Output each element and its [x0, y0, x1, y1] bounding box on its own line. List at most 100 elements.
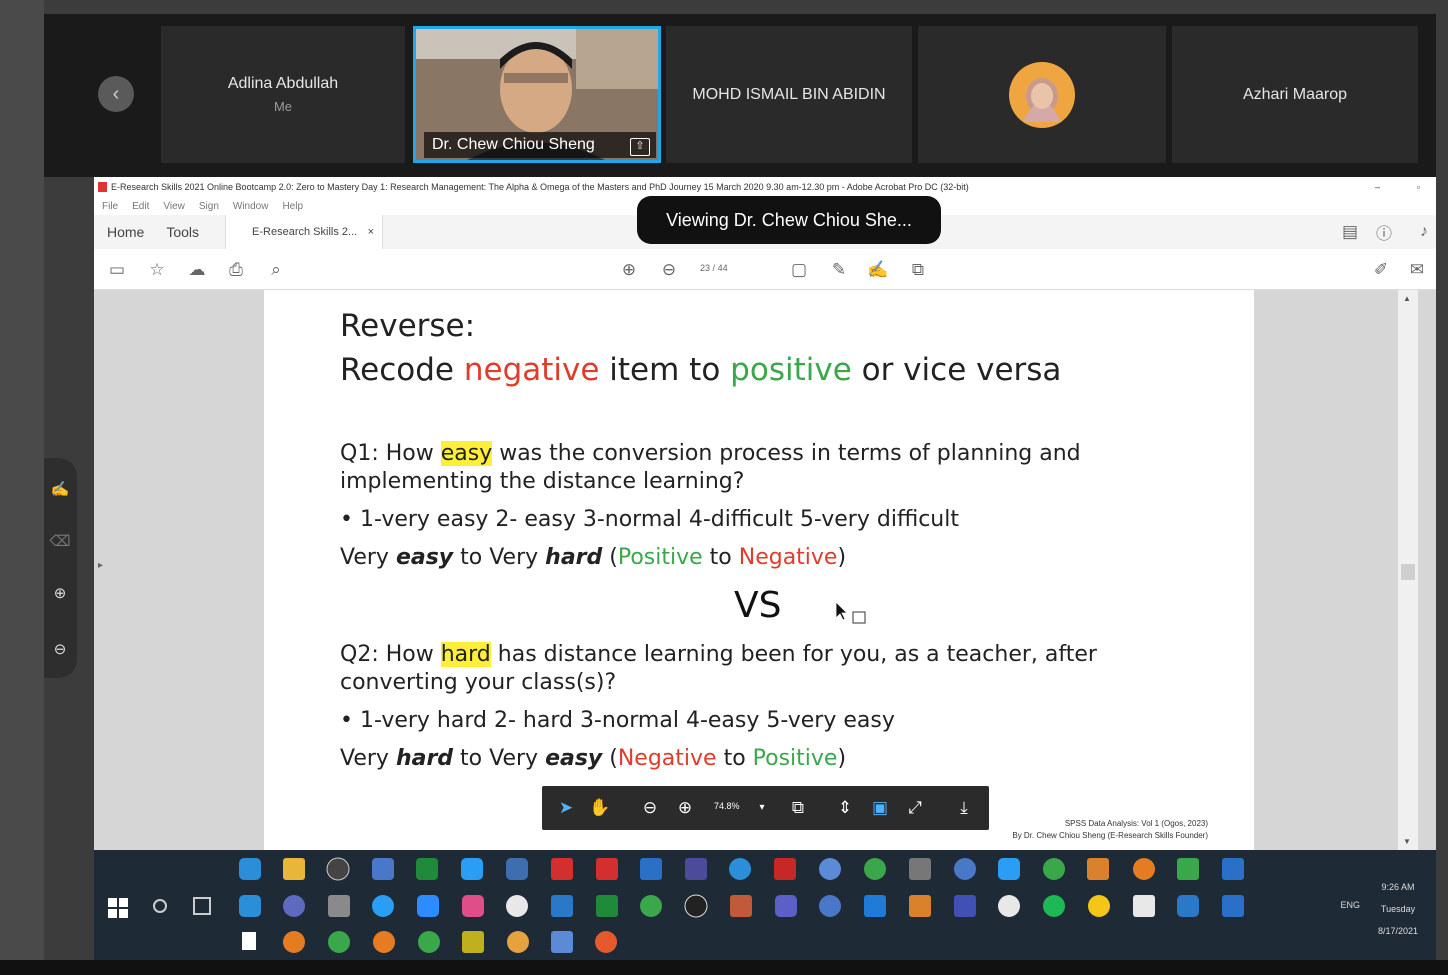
minimize-icon[interactable]: –: [1375, 182, 1380, 192]
vertical-scrollbar[interactable]: ▲ ▼: [1398, 290, 1418, 850]
vs-label: VS: [734, 585, 782, 626]
restore-icon[interactable]: ▫: [1417, 182, 1420, 192]
q1-line2: implementing the distance learning?: [340, 469, 745, 494]
participant-name: Adlina Abdullah: [227, 75, 339, 92]
fit-page-icon[interactable]: ⇕: [833, 796, 857, 820]
comment-icon[interactable]: ▤: [1342, 222, 1358, 242]
document-viewer: ▸ Reverse: Recode negative item to posit…: [94, 290, 1436, 850]
window-title-bar: E-Research Skills 2021 Online Bootcamp 2…: [94, 177, 1436, 197]
participant-tile-azhari[interactable]: Azhari Maarop: [1172, 26, 1418, 163]
menu-view[interactable]: View: [163, 201, 185, 212]
page-up-icon[interactable]: ⊕: [618, 259, 640, 281]
page-view-icon[interactable]: ⧉: [786, 796, 810, 820]
scroll-up-arrow-icon[interactable]: ▲: [1403, 294, 1411, 303]
bookmark-star-icon[interactable]: ☆: [146, 259, 168, 281]
page-current: 23: [700, 263, 711, 273]
comment-tool-icon[interactable]: ▢: [788, 259, 810, 281]
clock-day: Tuesday: [1380, 904, 1416, 914]
participant-strip: ‹ Adlina Abdullah Me Dr. Chew Chiou Shen…: [44, 14, 1436, 177]
side-zoom-out-icon[interactable]: ⊖: [48, 638, 72, 662]
share-link-icon[interactable]: ✐: [1370, 259, 1392, 281]
participant-me-label: Me: [273, 99, 293, 114]
menu-sign[interactable]: Sign: [199, 201, 219, 212]
viewing-banner-text: Viewing Dr. Chew Chiou She...: [666, 209, 912, 230]
footer-line2: By Dr. Chew Chiou Sheng (E-Research Skil…: [1012, 831, 1208, 840]
menu-edit[interactable]: Edit: [132, 201, 149, 212]
menu-help[interactable]: Help: [282, 201, 303, 212]
zoom-out-icon[interactable]: ⊖: [638, 796, 662, 820]
q2-scale: • 1-very hard 2- hard 3-normal 4-easy 5-…: [340, 708, 895, 733]
expand-panel-arrow-icon[interactable]: ▸: [98, 560, 103, 571]
eraser-icon[interactable]: ⌫: [48, 530, 72, 554]
q1-line1: Q1: How easy was the conversion process …: [340, 441, 1081, 466]
page-indicator[interactable]: 23 / 44: [700, 263, 728, 273]
left-edge: [0, 0, 44, 975]
mouse-cursor-icon: [836, 602, 866, 624]
active-speaker-name-bar: Dr. Chew Chiou Sheng: [424, 132, 656, 158]
upload-cloud-icon[interactable]: ☁: [186, 259, 208, 281]
pen-annotate-icon[interactable]: ✍: [48, 478, 72, 502]
fullscreen-icon[interactable]: ⤢: [903, 796, 927, 820]
slide-title-line1: Reverse:: [340, 308, 476, 344]
sign-icon[interactable]: ✍: [867, 259, 889, 281]
fit-width-icon[interactable]: ▣: [868, 796, 892, 820]
viewing-share-banner[interactable]: Viewing Dr. Chew Chiou She...: [637, 196, 941, 244]
stamp-icon[interactable]: ⧉: [907, 259, 929, 281]
window-title: E-Research Skills 2021 Online Bootcamp 2…: [111, 182, 969, 192]
windows-taskbar: 9:26 AM Tuesday 8/17/2021 ENG: [94, 850, 1436, 960]
menu-file[interactable]: File: [102, 201, 118, 212]
highlight-pen-icon[interactable]: ✎: [828, 259, 850, 281]
menu-window[interactable]: Window: [233, 201, 269, 212]
language-indicator[interactable]: ENG: [1340, 900, 1360, 910]
select-arrow-icon[interactable]: ➤: [554, 796, 578, 820]
acrobat-toolbar: ▭ ☆ ☁ ⎙ ⌕ ⊕ ⊖ 23 / 44 ▢ ✎ ✍ ⧉ ✐ ✉: [94, 249, 1436, 290]
page-separator: /: [712, 263, 716, 273]
participant-name: MOHD ISMAIL BIN ABIDIN: [692, 85, 886, 103]
participant-tile-avatar[interactable]: [918, 26, 1166, 163]
email-icon[interactable]: ✉: [1406, 259, 1428, 281]
acrobat-icon: [98, 182, 107, 192]
notification-bell-icon[interactable]: ♪: [1420, 223, 1428, 241]
scroll-down-arrow-icon[interactable]: ▼: [1403, 837, 1411, 846]
acrobat-window: E-Research Skills 2021 Online Bootcamp 2…: [94, 177, 1436, 850]
participant-name: Azhari Maarop: [1242, 85, 1348, 103]
zoom-in-icon[interactable]: ⊕: [673, 796, 697, 820]
previous-page-button[interactable]: ‹: [98, 76, 134, 112]
pdf-page: Reverse: Recode negative item to positiv…: [264, 290, 1254, 850]
scroll-thumb[interactable]: [1401, 564, 1415, 580]
clock-date: 8/17/2021: [1377, 926, 1419, 936]
q1-direction: Very easy to Very hard (Positive to Nega…: [340, 545, 847, 570]
side-zoom-in-icon[interactable]: ⊕: [48, 582, 72, 606]
zoom-search-icon[interactable]: ⌕: [265, 259, 287, 281]
tab-tools[interactable]: Tools: [166, 224, 199, 240]
q2-line2: converting your class(s)?: [340, 670, 617, 695]
save-icon[interactable]: ▭: [106, 259, 128, 281]
share-icon[interactable]: ⇧: [630, 138, 650, 156]
tab-home[interactable]: Home: [107, 224, 144, 240]
page-total: 44: [717, 263, 728, 273]
slide-title-line2: Recode negative item to positive or vice…: [340, 352, 1062, 388]
zoom-dropdown-icon[interactable]: ▾: [750, 796, 774, 820]
system-clock[interactable]: 9:26 AM Tuesday 8/17/2021: [1368, 876, 1428, 942]
q1-scale: • 1-very easy 2- easy 3-normal 4-difficu…: [340, 507, 959, 532]
tab-close-icon[interactable]: ×: [368, 226, 374, 238]
participant-tile-active-speaker[interactable]: Dr. Chew Chiou Sheng ⇧: [413, 26, 661, 163]
annotation-side-toolbar: ✍ ⌫ ⊕ ⊖: [44, 458, 77, 678]
participant-tile-adlina[interactable]: Adlina Abdullah Me: [161, 26, 405, 163]
zoom-level[interactable]: 74.8%: [714, 801, 740, 811]
clock-time: 9:26 AM: [1381, 882, 1415, 892]
download-icon[interactable]: ⤓: [952, 796, 976, 820]
avatar: [1009, 61, 1075, 128]
floating-page-toolbar: ➤ ✋ ⊖ ⊕ 74.8% ▾ ⧉ ⇕ ▣ ⤢ ⤓: [542, 786, 989, 830]
page-down-icon[interactable]: ⊖: [658, 259, 680, 281]
taskbar-icons: [108, 857, 1244, 953]
hand-tool-icon[interactable]: ✋: [588, 796, 612, 820]
tab-document[interactable]: E-Research Skills 2... ×: [225, 215, 384, 249]
help-icon[interactable]: ⓘ: [1376, 220, 1392, 244]
slide-footer-note: SPSS Data Analysis: Vol 1 (Ogos, 2023) B…: [1012, 818, 1208, 842]
q2-direction: Very hard to Very easy (Negative to Posi…: [340, 746, 847, 771]
participant-tile-mohd[interactable]: MOHD ISMAIL BIN ABIDIN: [666, 26, 912, 163]
q2-line1: Q2: How hard has distance learning been …: [340, 642, 1097, 667]
tab-document-label: E-Research Skills 2...: [252, 226, 358, 238]
print-icon[interactable]: ⎙: [225, 259, 247, 281]
